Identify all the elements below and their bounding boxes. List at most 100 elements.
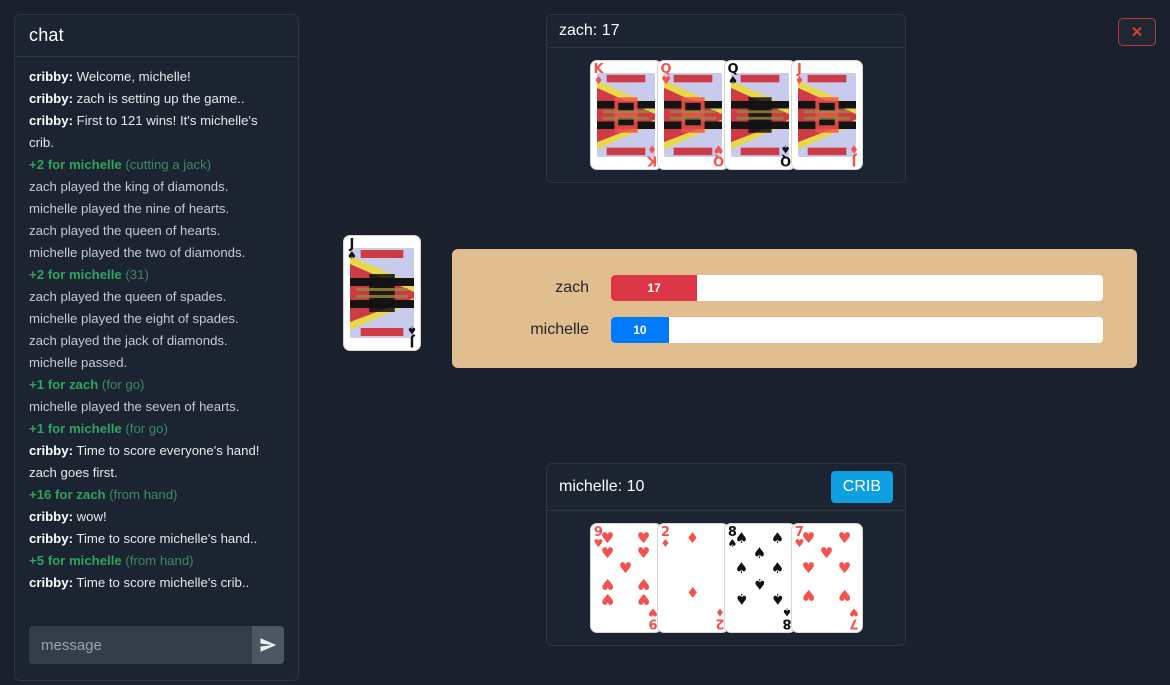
card-pips: ♦ ♦: [666, 531, 720, 625]
chat-score-points: +2 for michelle: [29, 157, 122, 172]
chat-message-sender: cribby:: [29, 69, 73, 84]
card-pip: ♦: [685, 529, 700, 547]
chat-message: cribby: wow!: [29, 506, 284, 528]
card-pip: ♠: [752, 575, 767, 593]
card-corner-top: Q ♠: [727, 62, 739, 87]
card-pip: ♠: [734, 590, 749, 608]
card-pip: ♥: [801, 559, 816, 577]
chat-event-line: michelle played the seven of hearts.: [29, 399, 240, 414]
hand-header-zach: zach: 17: [547, 15, 905, 48]
card-pips: ♥ ♥ ♥ ♥ ♥ ♥ ♥: [800, 531, 854, 625]
card-pip: ♥: [600, 590, 615, 608]
card-pip: ♥: [837, 529, 852, 547]
chat-event-line: zach played the king of diamonds.: [29, 179, 229, 194]
card-pip: ♥: [600, 575, 615, 593]
chat-score-points: +5 for michelle: [29, 553, 122, 568]
card-corner-bottom: 8 ♠: [781, 606, 792, 631]
playing-card-king-of-diamonds[interactable]: K ♦ K ♦: [590, 61, 661, 169]
card-pip: ♠: [770, 559, 785, 577]
cut-card[interactable]: J ♠ J ♠: [344, 236, 420, 350]
chat-score-note: (for go): [121, 421, 168, 436]
card-pip: ♦: [685, 583, 700, 602]
card-pip: ♥: [819, 544, 834, 562]
crib-button[interactable]: CRIB: [830, 471, 893, 503]
card-corner-bottom: 2 ♦: [714, 606, 725, 631]
close-button[interactable]: ✕: [1118, 18, 1156, 46]
hand-panel-zach: zach: 17 K ♦ K ♦ Q ♥ Q ♥ Q ♠ Q ♠ J ♦ J ♦: [546, 14, 906, 183]
card-corner-bottom: K ♦: [647, 143, 658, 168]
chat-score-points: +1 for michelle: [29, 421, 122, 436]
chat-score-points: +2 for michelle: [29, 267, 122, 282]
chat-message-sender: cribby:: [29, 91, 73, 106]
card-pip: ♥: [636, 575, 651, 593]
hand-header-michelle: michelle: 10 CRIB: [547, 464, 905, 511]
cribbage-game-screen: chat cribby: Welcome, michelle! cribby: z…: [0, 0, 1170, 685]
card-pip: ♠: [734, 559, 749, 577]
playing-card-jack-of-spades[interactable]: J ♠ J ♠: [344, 236, 420, 350]
chat-message-text: wow!: [72, 509, 107, 524]
score-player-name: michelle: [530, 320, 589, 338]
chat-message-text: Welcome, michelle!: [72, 69, 191, 84]
chat-message-sender: cribby:: [29, 113, 73, 128]
chat-message-list[interactable]: cribby: Welcome, michelle! cribby: zach i…: [15, 57, 298, 614]
message-input[interactable]: [29, 626, 252, 664]
send-button[interactable]: [252, 626, 284, 664]
chat-event-line: zach played the queen of hearts.: [29, 223, 221, 238]
playing-card-jack-of-diamonds[interactable]: J ♦ J ♦: [791, 61, 862, 169]
chat-panel: chat cribby: Welcome, michelle! cribby: z…: [14, 14, 299, 681]
playing-card-queen-of-spades[interactable]: Q ♠ Q ♠: [724, 61, 795, 169]
card-corner-top: Q ♥: [660, 62, 672, 87]
playing-card-queen-of-hearts[interactable]: Q ♥ Q ♥: [657, 61, 728, 169]
card-corner-top: 8 ♠: [727, 525, 738, 550]
chat-message: cribby: zach is setting up the game..: [29, 88, 284, 110]
card-pip: ♥: [618, 559, 633, 577]
chat-score-note: (cutting a jack): [121, 157, 212, 172]
chat-message-text: Time to score michelle's crib..: [72, 575, 250, 590]
chat-event-line: michelle passed.: [29, 355, 128, 370]
card-corner-top: K ♦: [593, 62, 604, 87]
chat-message-text: zach is setting up the game..: [72, 91, 245, 106]
card-corner-bottom: Q ♠: [780, 143, 792, 168]
playing-card-two-of-diamonds[interactable]: ♦ ♦ 2 ♦ 2 ♦: [657, 524, 728, 632]
scoreboard: zach 17 michelle 10: [452, 249, 1137, 368]
card-face-art: [350, 248, 414, 338]
chat-score-line: +16 for zach (from hand): [29, 484, 284, 506]
chat-score-line: +2 for michelle (31): [29, 264, 284, 286]
chat-score-note: (for go): [98, 377, 145, 392]
chat-score-line: +5 for michelle (from hand): [29, 550, 284, 572]
card-corner-bottom: Q ♥: [713, 143, 725, 168]
card-face-art: [596, 73, 655, 157]
card-corner-top: 9 ♥: [593, 525, 604, 550]
chat-score-line: +1 for zach (for go): [29, 374, 284, 396]
playing-card-nine-of-hearts[interactable]: ♥ ♥ ♥ ♥ ♥ ♥ ♥ ♥ ♥ 9 ♥ 9 ♥: [590, 524, 661, 632]
score-player-name: zach: [555, 278, 589, 296]
chat-message: cribby: Welcome, michelle!: [29, 66, 284, 88]
chat-score-note: (from hand): [121, 553, 194, 568]
chat-compose-area: [15, 614, 298, 680]
hand-cards-michelle: ♥ ♥ ♥ ♥ ♥ ♥ ♥ ♥ ♥ 9 ♥ 9 ♥ ♦ ♦ 2 ♦ 2 ♦ ♠ ♠ ♠ ♠ ♠ ♠ ♠ ♠ 8 ♠ 8 ♠ ♥ ♥ ♥…: [547, 511, 905, 645]
hand-cards-zach: K ♦ K ♦ Q ♥ Q ♥ Q ♠ Q ♠ J ♦ J ♦: [547, 48, 905, 182]
card-pips: ♥ ♥ ♥ ♥ ♥ ♥ ♥ ♥ ♥: [599, 531, 653, 625]
card-pip: ♥: [837, 586, 852, 605]
chat-score-line: +1 for michelle (for go): [29, 418, 284, 440]
hand-score-michelle: michelle: 10: [559, 478, 645, 495]
score-track: 17: [611, 274, 1103, 301]
card-face-art: [797, 73, 856, 157]
chat-message-sender: cribby:: [29, 531, 73, 546]
chat-event-line: michelle played the nine of hearts.: [29, 201, 230, 216]
playing-card-eight-of-spades[interactable]: ♠ ♠ ♠ ♠ ♠ ♠ ♠ ♠ 8 ♠ 8 ♠: [724, 524, 795, 632]
chat-message: cribby: Time to score michelle's hand..: [29, 528, 284, 550]
card-pip: ♥: [801, 586, 816, 605]
card-corner-top: J ♠: [347, 237, 357, 262]
card-pips: ♠ ♠ ♠ ♠ ♠ ♠ ♠ ♠: [733, 531, 787, 625]
score-fill: 10: [611, 316, 669, 343]
card-corner-bottom: 9 ♥: [647, 606, 658, 631]
card-corner-bottom: J ♠: [407, 324, 417, 349]
card-pip: ♠: [770, 590, 785, 608]
chat-message-text: Time to score michelle's hand..: [72, 531, 258, 546]
chat-header: chat: [15, 15, 298, 57]
card-pip: ♥: [636, 590, 651, 608]
send-icon: [259, 636, 277, 654]
playing-card-seven-of-hearts[interactable]: ♥ ♥ ♥ ♥ ♥ ♥ ♥ 7 ♥ 7 ♥: [791, 524, 862, 632]
chat-score-points: +16 for zach: [29, 487, 106, 502]
